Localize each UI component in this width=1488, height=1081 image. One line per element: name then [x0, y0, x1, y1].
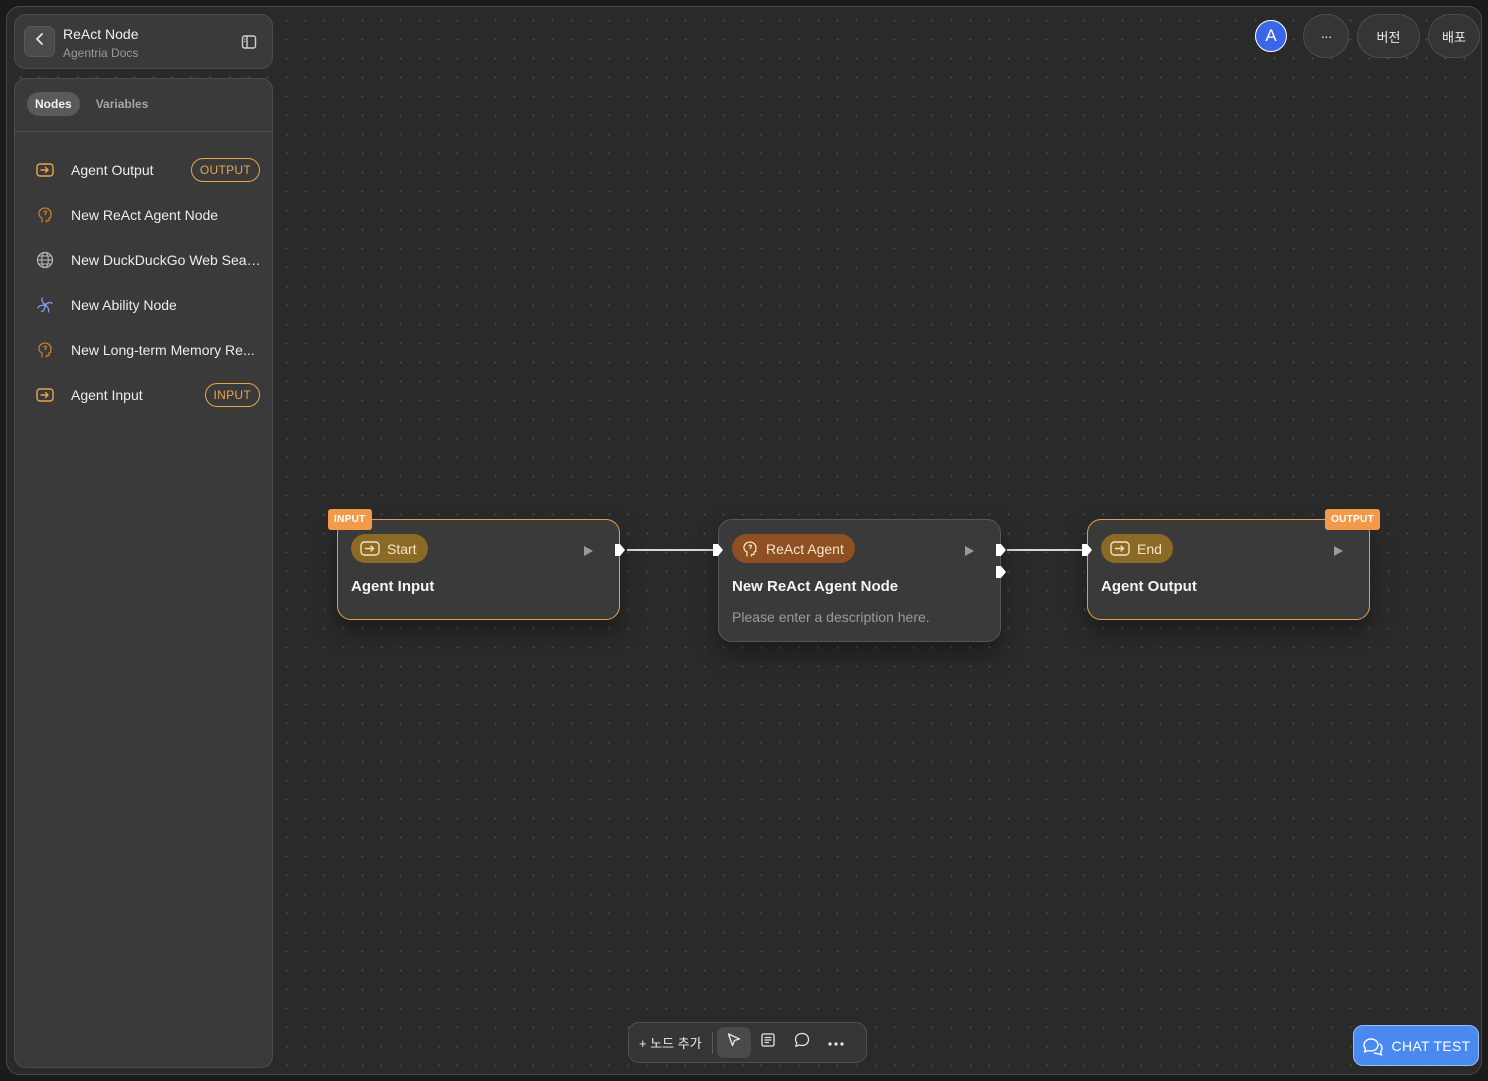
secondary-output-port-handle[interactable] [995, 565, 1007, 584]
chat-test-label: CHAT TEST [1391, 1037, 1471, 1054]
input-port-handle[interactable] [712, 543, 724, 562]
chip-label: Start [387, 540, 417, 557]
back-button[interactable] [24, 26, 55, 57]
deploy-button[interactable]: 배포 [1428, 14, 1480, 58]
version-button[interactable]: 버전 [1357, 14, 1420, 58]
play-icon[interactable] [582, 544, 594, 562]
node-title: New ReAct Agent Node [732, 578, 899, 595]
input-port-handle[interactable] [1081, 543, 1093, 562]
edge-agent-to-end [1007, 549, 1085, 551]
node-agent-output[interactable]: OUTPUT End Agent Output [1082, 509, 1380, 620]
canvas-toolbar: + 노드 추가 [628, 1022, 867, 1063]
project-subtitle: Agentria Docs [63, 46, 139, 60]
ability-icon [35, 295, 55, 315]
chevron-left-icon [33, 32, 47, 51]
list-item-duckduckgo[interactable]: New DuckDuckGo Web Sear... [15, 237, 272, 282]
list-item-ability[interactable]: New Ability Node [15, 282, 272, 327]
tab-variables[interactable]: Variables [88, 92, 157, 116]
pointer-tool-button[interactable] [716, 1027, 751, 1058]
list-item-label: New DuckDuckGo Web Sear... [71, 251, 261, 268]
output-port-handle[interactable] [995, 543, 1007, 562]
project-title: ReAct Node [63, 26, 139, 42]
io-arrow-icon [35, 385, 55, 405]
output-badge: OUTPUT [190, 158, 260, 182]
list-item-react-agent[interactable]: New ReAct Agent Node [15, 192, 272, 237]
more-icon [827, 1034, 845, 1052]
chat-bubble-icon [1362, 1036, 1392, 1056]
more-options-button[interactable]: ··· [1303, 14, 1349, 58]
comment-tool-button[interactable] [785, 1027, 819, 1058]
list-item-long-term-memory[interactable]: New Long-term Memory Re... [15, 327, 272, 372]
edge-start-to-agent [627, 549, 715, 551]
list-item-label: Agent Output [71, 161, 154, 178]
list-item-label: New Long-term Memory Re... [71, 341, 255, 358]
node-library-panel: Nodes Variables Agent Output OUTPUT New … [14, 78, 273, 1068]
io-arrow-icon [360, 541, 380, 556]
node-react-agent[interactable]: ReAct Agent New ReAct Agent Node Please … [713, 519, 1006, 642]
node-agent-input[interactable]: INPUT Start Agent Input [328, 509, 625, 620]
list-item-label: New ReAct Agent Node [71, 206, 219, 223]
play-icon[interactable] [963, 544, 975, 562]
node-description: Please enter a description here. [732, 609, 930, 625]
panel-tabs: Nodes Variables [27, 92, 156, 116]
tab-nodes[interactable]: Nodes [27, 92, 80, 116]
output-tag: OUTPUT [1325, 509, 1380, 530]
note-icon [760, 1032, 776, 1053]
toolbar-more-button[interactable] [819, 1027, 853, 1058]
sidebar-toggle-button[interactable] [241, 34, 257, 55]
note-tool-button[interactable] [751, 1027, 785, 1058]
react-agent-chip: ReAct Agent [732, 534, 855, 563]
toolbar-divider [711, 1031, 713, 1054]
workflow-canvas[interactable]: ReAct Node Agentria Docs Nodes Variables… [6, 6, 1482, 1075]
pointer-icon [726, 1032, 742, 1053]
comment-icon [793, 1031, 811, 1054]
list-item-label: New Ability Node [71, 296, 177, 313]
node-list: Agent Output OUTPUT New ReAct Agent Node… [15, 147, 272, 417]
node-title: Agent Input [351, 578, 435, 595]
play-icon[interactable] [1332, 544, 1344, 562]
list-item-agent-input[interactable]: Agent Input INPUT [15, 372, 272, 417]
globe-icon [35, 250, 55, 270]
output-port-handle[interactable] [614, 543, 626, 562]
divider [15, 131, 272, 132]
sidebar-toggle-icon [241, 35, 257, 54]
brain-icon [35, 340, 55, 360]
brain-icon [35, 205, 55, 225]
more-icon: ··· [1320, 28, 1333, 44]
chip-label: End [1137, 540, 1162, 557]
list-item-agent-output[interactable]: Agent Output OUTPUT [15, 147, 272, 192]
end-chip: End [1101, 534, 1173, 563]
input-tag: INPUT [328, 509, 372, 530]
list-item-label: Agent Input [71, 386, 143, 403]
io-arrow-icon [35, 160, 55, 180]
chip-label: ReAct Agent [766, 540, 844, 557]
add-node-button[interactable]: + 노드 추가 [629, 1033, 712, 1052]
node-title: Agent Output [1101, 578, 1197, 595]
io-arrow-icon [1110, 541, 1130, 556]
chat-test-button[interactable]: CHAT TEST [1353, 1025, 1479, 1066]
start-chip: Start [351, 534, 428, 563]
sidebar-header: ReAct Node Agentria Docs [14, 14, 273, 69]
input-badge: INPUT [204, 383, 260, 407]
user-avatar[interactable]: A [1255, 20, 1287, 52]
brain-icon [741, 540, 759, 558]
